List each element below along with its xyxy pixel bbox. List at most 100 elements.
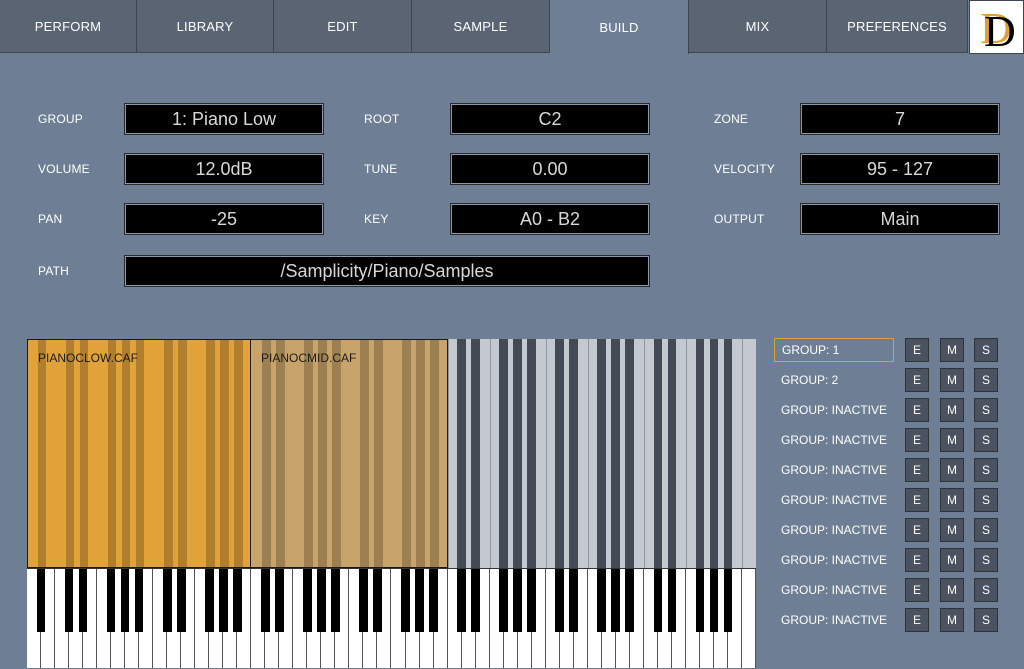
group-name[interactable]: GROUP: INACTIVE [774,608,894,632]
group-name[interactable]: GROUP: INACTIVE [774,398,894,422]
black-key[interactable] [555,569,565,632]
black-key[interactable] [527,569,537,632]
black-key[interactable] [331,569,340,632]
velocity-field[interactable]: 95 - 127 [800,153,1000,185]
black-key[interactable] [429,569,438,632]
group-edit-button[interactable]: E [905,428,929,452]
group-solo-button[interactable]: S [974,608,998,632]
black-key[interactable] [597,569,607,632]
black-key[interactable] [162,569,172,632]
black-key[interactable] [134,569,144,632]
black-key[interactable] [513,569,522,632]
group-solo-button[interactable]: S [974,398,998,422]
group-solo-button[interactable]: S [974,428,998,452]
black-key[interactable] [499,569,508,632]
black-key[interactable] [303,569,312,632]
black-key[interactable] [471,569,480,632]
zone-key-lane [318,340,327,567]
group-edit-button[interactable]: E [905,608,929,632]
group-edit-button[interactable]: E [905,548,929,572]
group-mute-button[interactable]: M [940,518,964,542]
pan-field[interactable]: -25 [124,203,324,235]
group-edit-button[interactable]: E [905,518,929,542]
black-key[interactable] [401,569,410,632]
black-key[interactable] [78,569,88,632]
group-solo-button[interactable]: S [974,488,998,512]
black-key[interactable] [176,569,186,632]
group-solo-button[interactable]: S [974,368,998,392]
group-edit-button[interactable]: E [905,338,929,362]
sample-zone-mid[interactable]: PIANOCMID.CAF [250,339,448,568]
tab-mix[interactable]: MIX [689,0,827,53]
black-key[interactable] [611,569,621,632]
sample-zone-low-label: PIANOCLOW.CAF [38,351,139,365]
black-key[interactable] [695,569,705,632]
black-key[interactable] [106,569,116,632]
black-key[interactable] [569,569,579,632]
group-solo-button[interactable]: S [974,338,998,362]
black-key[interactable] [260,569,270,632]
group-solo-button[interactable]: S [974,518,998,542]
group-edit-button[interactable]: E [905,458,929,482]
group-name[interactable]: GROUP: INACTIVE [774,548,894,572]
black-key[interactable] [232,569,242,632]
group-name[interactable]: GROUP: INACTIVE [774,458,894,482]
group-mute-button[interactable]: M [940,398,964,422]
group-mute-button[interactable]: M [940,428,964,452]
tune-field[interactable]: 0.00 [450,153,650,185]
group-name[interactable]: GROUP: INACTIVE [774,428,894,452]
black-key[interactable] [667,569,677,632]
piano-keyboard[interactable] [27,568,756,668]
black-key[interactable] [457,569,466,632]
black-key[interactable] [204,569,214,632]
output-field[interactable]: Main [800,203,1000,235]
group-edit-button[interactable]: E [905,398,929,422]
black-key[interactable] [709,569,719,632]
black-key[interactable] [317,569,326,632]
group-field[interactable]: 1: Piano Low [124,103,324,135]
black-key[interactable] [36,569,46,632]
group-mute-button[interactable]: M [940,548,964,572]
group-solo-button[interactable]: S [974,578,998,602]
black-key[interactable] [415,569,424,632]
key-field[interactable]: A0 - B2 [450,203,650,235]
volume-field[interactable]: 12.0dB [124,153,324,185]
tab-preferences[interactable]: PREFERENCES [827,0,968,53]
group-mute-button[interactable]: M [940,578,964,602]
black-key[interactable] [625,569,635,632]
group-solo-button[interactable]: S [974,458,998,482]
tab-edit[interactable]: EDIT [274,0,412,53]
group-mute-button[interactable]: M [940,368,964,392]
white-key[interactable] [742,569,756,668]
group-name[interactable]: GROUP: INACTIVE [774,488,894,512]
black-key[interactable] [359,569,368,632]
group-name[interactable]: GROUP: INACTIVE [774,518,894,542]
group-mute-button[interactable]: M [940,608,964,632]
tab-perform[interactable]: PERFORM [0,0,137,53]
group-mute-button[interactable]: M [940,458,964,482]
group-name[interactable]: GROUP: 2 [774,368,894,392]
black-key[interactable] [275,569,284,632]
black-key[interactable] [373,569,382,632]
group-mute-button[interactable]: M [940,338,964,362]
zone-map[interactable]: PIANOCLOW.CAF PIANOCMID.CAF [27,339,756,668]
group-edit-button[interactable]: E [905,578,929,602]
black-key[interactable] [723,569,733,632]
tab-library[interactable]: LIBRARY [137,0,274,53]
black-key[interactable] [120,569,130,632]
root-field[interactable]: C2 [450,103,650,135]
zone-field[interactable]: 7 [800,103,1000,135]
group-name[interactable]: GROUP: INACTIVE [774,578,894,602]
path-field[interactable]: /Samplicity/Piano/Samples [124,255,650,287]
black-key[interactable] [218,569,228,632]
group-edit-button[interactable]: E [905,488,929,512]
tab-sample[interactable]: SAMPLE [412,0,550,53]
tab-build[interactable]: BUILD [550,0,689,54]
group-mute-button[interactable]: M [940,488,964,512]
sample-zone-low[interactable]: PIANOCLOW.CAF [27,339,251,568]
black-key[interactable] [653,569,663,632]
black-key[interactable] [64,569,74,632]
group-solo-button[interactable]: S [974,548,998,572]
group-edit-button[interactable]: E [905,368,929,392]
group-name[interactable]: GROUP: 1 [774,338,894,362]
